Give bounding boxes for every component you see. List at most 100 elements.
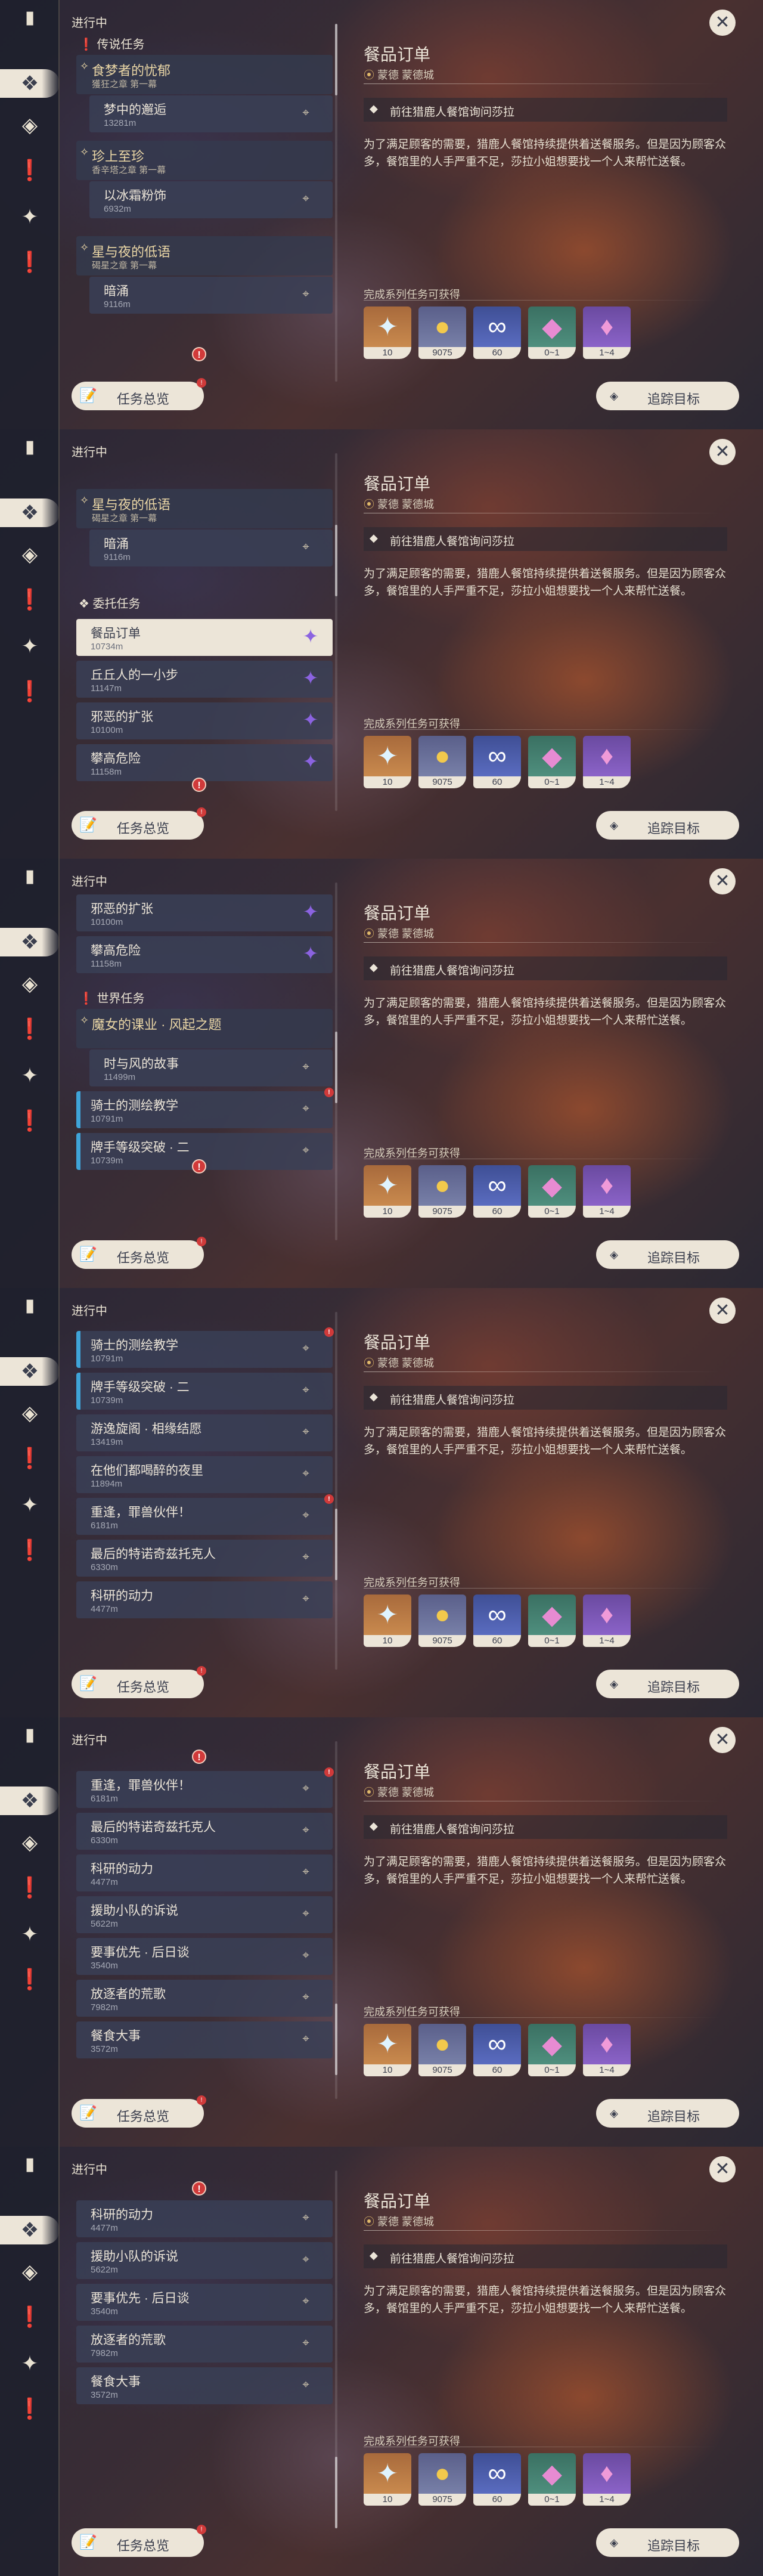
quest-list[interactable]: 进行中 ❗ 传说任务 ✧ 食梦者的忧郁 獲狂之章 第一幕 梦中的邂逅 13281… bbox=[72, 0, 334, 429]
quest-row[interactable]: 牌手等级突破 · 二 10739m ⌖ bbox=[76, 1373, 333, 1410]
quest-diamond-icon[interactable]: ❖ bbox=[0, 69, 60, 98]
book-icon[interactable]: ▮ bbox=[15, 433, 44, 462]
exclamation-icon[interactable]: ❗ bbox=[15, 1444, 44, 1473]
exclamation-icon[interactable]: ❗ bbox=[15, 677, 44, 706]
reward-item[interactable]: ✦ 10 bbox=[364, 2453, 411, 2506]
quest-row[interactable]: 援助小队的诉说 5622m ⌖ bbox=[76, 2242, 333, 2279]
quest-row[interactable]: 暗涌 9116m ⌖ bbox=[89, 277, 333, 314]
quest-row[interactable]: 餐食大事 3572m ⌖ bbox=[76, 2367, 333, 2404]
crystal-icon[interactable]: ✦ bbox=[15, 2349, 44, 2378]
exclamation-icon[interactable]: ❗ bbox=[15, 1874, 44, 1902]
track-target-button[interactable]: ◈ 追踪目标 bbox=[596, 382, 739, 410]
reward-item[interactable]: ◆ 0~1 bbox=[528, 1594, 576, 1647]
quest-row[interactable]: 科研的动力 4477m ⌖ bbox=[76, 1581, 333, 1618]
exclamation-icon[interactable]: ❗ bbox=[15, 1965, 44, 1994]
reward-item[interactable]: ♦ 1~4 bbox=[583, 306, 631, 359]
chapter-card[interactable]: ✧ 星与夜的低语 碣星之章 第一幕 bbox=[76, 489, 333, 528]
compass-icon[interactable]: ◈ bbox=[15, 1399, 44, 1428]
quest-row[interactable]: 餐食大事 3572m ⌖ bbox=[76, 2021, 333, 2058]
crystal-icon[interactable]: ✦ bbox=[15, 1920, 44, 1949]
reward-item[interactable]: ● 9075 bbox=[418, 736, 466, 788]
reward-item[interactable]: ♦ 1~4 bbox=[583, 1594, 631, 1647]
quest-overview-button[interactable]: 📝 任务总览 ! bbox=[72, 1237, 206, 1269]
reward-item[interactable]: ♦ 1~4 bbox=[583, 1165, 631, 1218]
quest-row[interactable]: 暗涌 9116m ⌖ bbox=[89, 530, 333, 566]
quest-diamond-icon[interactable]: ❖ bbox=[0, 1787, 60, 1815]
exclamation-icon[interactable]: ❗ bbox=[15, 2395, 44, 2423]
scrollbar-thumb[interactable] bbox=[335, 2004, 337, 2075]
list-scrollbar[interactable] bbox=[335, 453, 337, 811]
close-icon[interactable]: ✕ bbox=[709, 2156, 736, 2182]
reward-item[interactable]: ● 9075 bbox=[418, 306, 466, 359]
quest-row[interactable]: 骑士的测绘教学 10791m ⌖ ! bbox=[76, 1327, 334, 1368]
quest-diamond-icon[interactable]: ❖ bbox=[0, 499, 60, 527]
reward-item[interactable]: ● 9075 bbox=[418, 1594, 466, 1647]
compass-icon[interactable]: ◈ bbox=[15, 2258, 44, 2286]
quest-row[interactable]: 丘丘人的一小步 11147m ✦ bbox=[76, 661, 333, 698]
scrollbar-thumb[interactable] bbox=[335, 2457, 337, 2528]
reward-item[interactable]: ✦ 10 bbox=[364, 2024, 411, 2076]
crystal-icon[interactable]: ✦ bbox=[15, 1061, 44, 1090]
quest-list[interactable]: 进行中 ! 重逢，罪兽伙伴！ 6181m ⌖ ! 最后的特诺奇兹托克人 6330… bbox=[72, 1717, 334, 2147]
quest-row[interactable]: 游逸旋阁 · 相缘结愿 13419m ⌖ bbox=[76, 1414, 333, 1451]
compass-icon[interactable]: ◈ bbox=[15, 540, 44, 569]
reward-item[interactable]: ✦ 10 bbox=[364, 736, 411, 788]
quest-list[interactable]: 进行中 ! 科研的动力 4477m ⌖ 援助小队的诉说 5622m ⌖ 要事优先… bbox=[72, 2147, 334, 2576]
quest-diamond-icon[interactable]: ❖ bbox=[0, 928, 60, 956]
quest-diamond-icon[interactable]: ❖ bbox=[0, 2216, 60, 2244]
exclamation-icon[interactable]: ❗ bbox=[15, 1536, 44, 1565]
reward-item[interactable]: ◆ 0~1 bbox=[528, 1165, 576, 1218]
reward-item[interactable]: ∞ 60 bbox=[473, 736, 521, 788]
quest-row[interactable]: 重逢，罪兽伙伴！ 6181m ⌖ ! bbox=[76, 1494, 334, 1535]
scrollbar-thumb[interactable] bbox=[335, 1032, 337, 1103]
reward-item[interactable]: ● 9075 bbox=[418, 1165, 466, 1218]
quest-row-selected[interactable]: 餐品订单 10734m ✦ bbox=[76, 619, 333, 656]
scroll-more-badge[interactable]: ! bbox=[192, 778, 206, 792]
reward-item[interactable]: ∞ 60 bbox=[473, 1165, 521, 1218]
quest-row[interactable]: 以冰霜粉饰 6932m ⌖ bbox=[89, 181, 333, 218]
close-icon[interactable]: ✕ bbox=[709, 868, 736, 894]
quest-list[interactable]: 进行中 ✧ 星与夜的低语 碣星之章 第一幕 暗涌 9116m ⌖ ❖ 委托任务 … bbox=[72, 429, 334, 859]
reward-item[interactable]: ● 9075 bbox=[418, 2453, 466, 2506]
exclamation-icon[interactable]: ❗ bbox=[15, 1107, 44, 1135]
scrollbar-thumb[interactable] bbox=[335, 24, 337, 95]
scroll-more-badge[interactable]: ! bbox=[192, 1159, 206, 1174]
track-target-button[interactable]: ◈ 追踪目标 bbox=[596, 2528, 739, 2557]
quest-row[interactable]: 科研的动力 4477m ⌖ bbox=[76, 2200, 333, 2237]
quest-row[interactable]: 要事优先 · 后日谈 3540m ⌖ bbox=[76, 2284, 333, 2321]
book-icon[interactable]: ▮ bbox=[15, 862, 44, 891]
quest-row[interactable]: 时与风的故事 11499m ⌖ bbox=[89, 1049, 333, 1086]
crystal-icon[interactable]: ✦ bbox=[15, 632, 44, 661]
reward-item[interactable]: ♦ 1~4 bbox=[583, 2024, 631, 2076]
list-scrollbar[interactable] bbox=[335, 883, 337, 1240]
quest-overview-button[interactable]: 📝 任务总览 ! bbox=[72, 1666, 206, 1698]
list-scrollbar[interactable] bbox=[335, 1741, 337, 2099]
compass-icon[interactable]: ◈ bbox=[15, 111, 44, 140]
exclamation-icon[interactable]: ❗ bbox=[15, 1015, 44, 1044]
reward-item[interactable]: ● 9075 bbox=[418, 2024, 466, 2076]
track-target-button[interactable]: ◈ 追踪目标 bbox=[596, 2099, 739, 2128]
reward-item[interactable]: ◆ 0~1 bbox=[528, 2024, 576, 2076]
quest-row[interactable]: 在他们都喝醉的夜里 11894m ⌖ bbox=[76, 1456, 333, 1493]
book-icon[interactable]: ▮ bbox=[15, 1292, 44, 1320]
quest-overview-button[interactable]: 📝 任务总览 ! bbox=[72, 378, 206, 410]
close-icon[interactable]: ✕ bbox=[709, 1727, 736, 1753]
reward-item[interactable]: ∞ 60 bbox=[473, 306, 521, 359]
reward-item[interactable]: ∞ 60 bbox=[473, 2453, 521, 2506]
quest-row[interactable]: 梦中的邂逅 13281m ⌖ bbox=[89, 95, 333, 132]
close-icon[interactable]: ✕ bbox=[709, 10, 736, 36]
exclamation-icon[interactable]: ❗ bbox=[15, 248, 44, 277]
quest-row[interactable]: 最后的特诺奇兹托克人 6330m ⌖ bbox=[76, 1813, 333, 1850]
book-icon[interactable]: ▮ bbox=[15, 1721, 44, 1750]
chapter-card[interactable]: ✧ 食梦者的忧郁 獲狂之章 第一幕 bbox=[76, 55, 333, 94]
quest-row[interactable]: 攀高危险 11158m ✦ bbox=[76, 936, 333, 973]
reward-item[interactable]: ◆ 0~1 bbox=[528, 2453, 576, 2506]
quest-row[interactable]: 攀高危险 11158m ✦ bbox=[76, 744, 333, 781]
reward-item[interactable]: ✦ 10 bbox=[364, 1594, 411, 1647]
chapter-card[interactable]: ✧ 珍上至珍 香辛塔之章 第一幕 bbox=[76, 141, 333, 180]
reward-item[interactable]: ∞ 60 bbox=[473, 2024, 521, 2076]
quest-row[interactable]: 放逐者的荒歌 7982m ⌖ bbox=[76, 1980, 333, 2017]
reward-item[interactable]: ∞ 60 bbox=[473, 1594, 521, 1647]
track-target-button[interactable]: ◈ 追踪目标 bbox=[596, 1670, 739, 1698]
crystal-icon[interactable]: ✦ bbox=[15, 1491, 44, 1519]
